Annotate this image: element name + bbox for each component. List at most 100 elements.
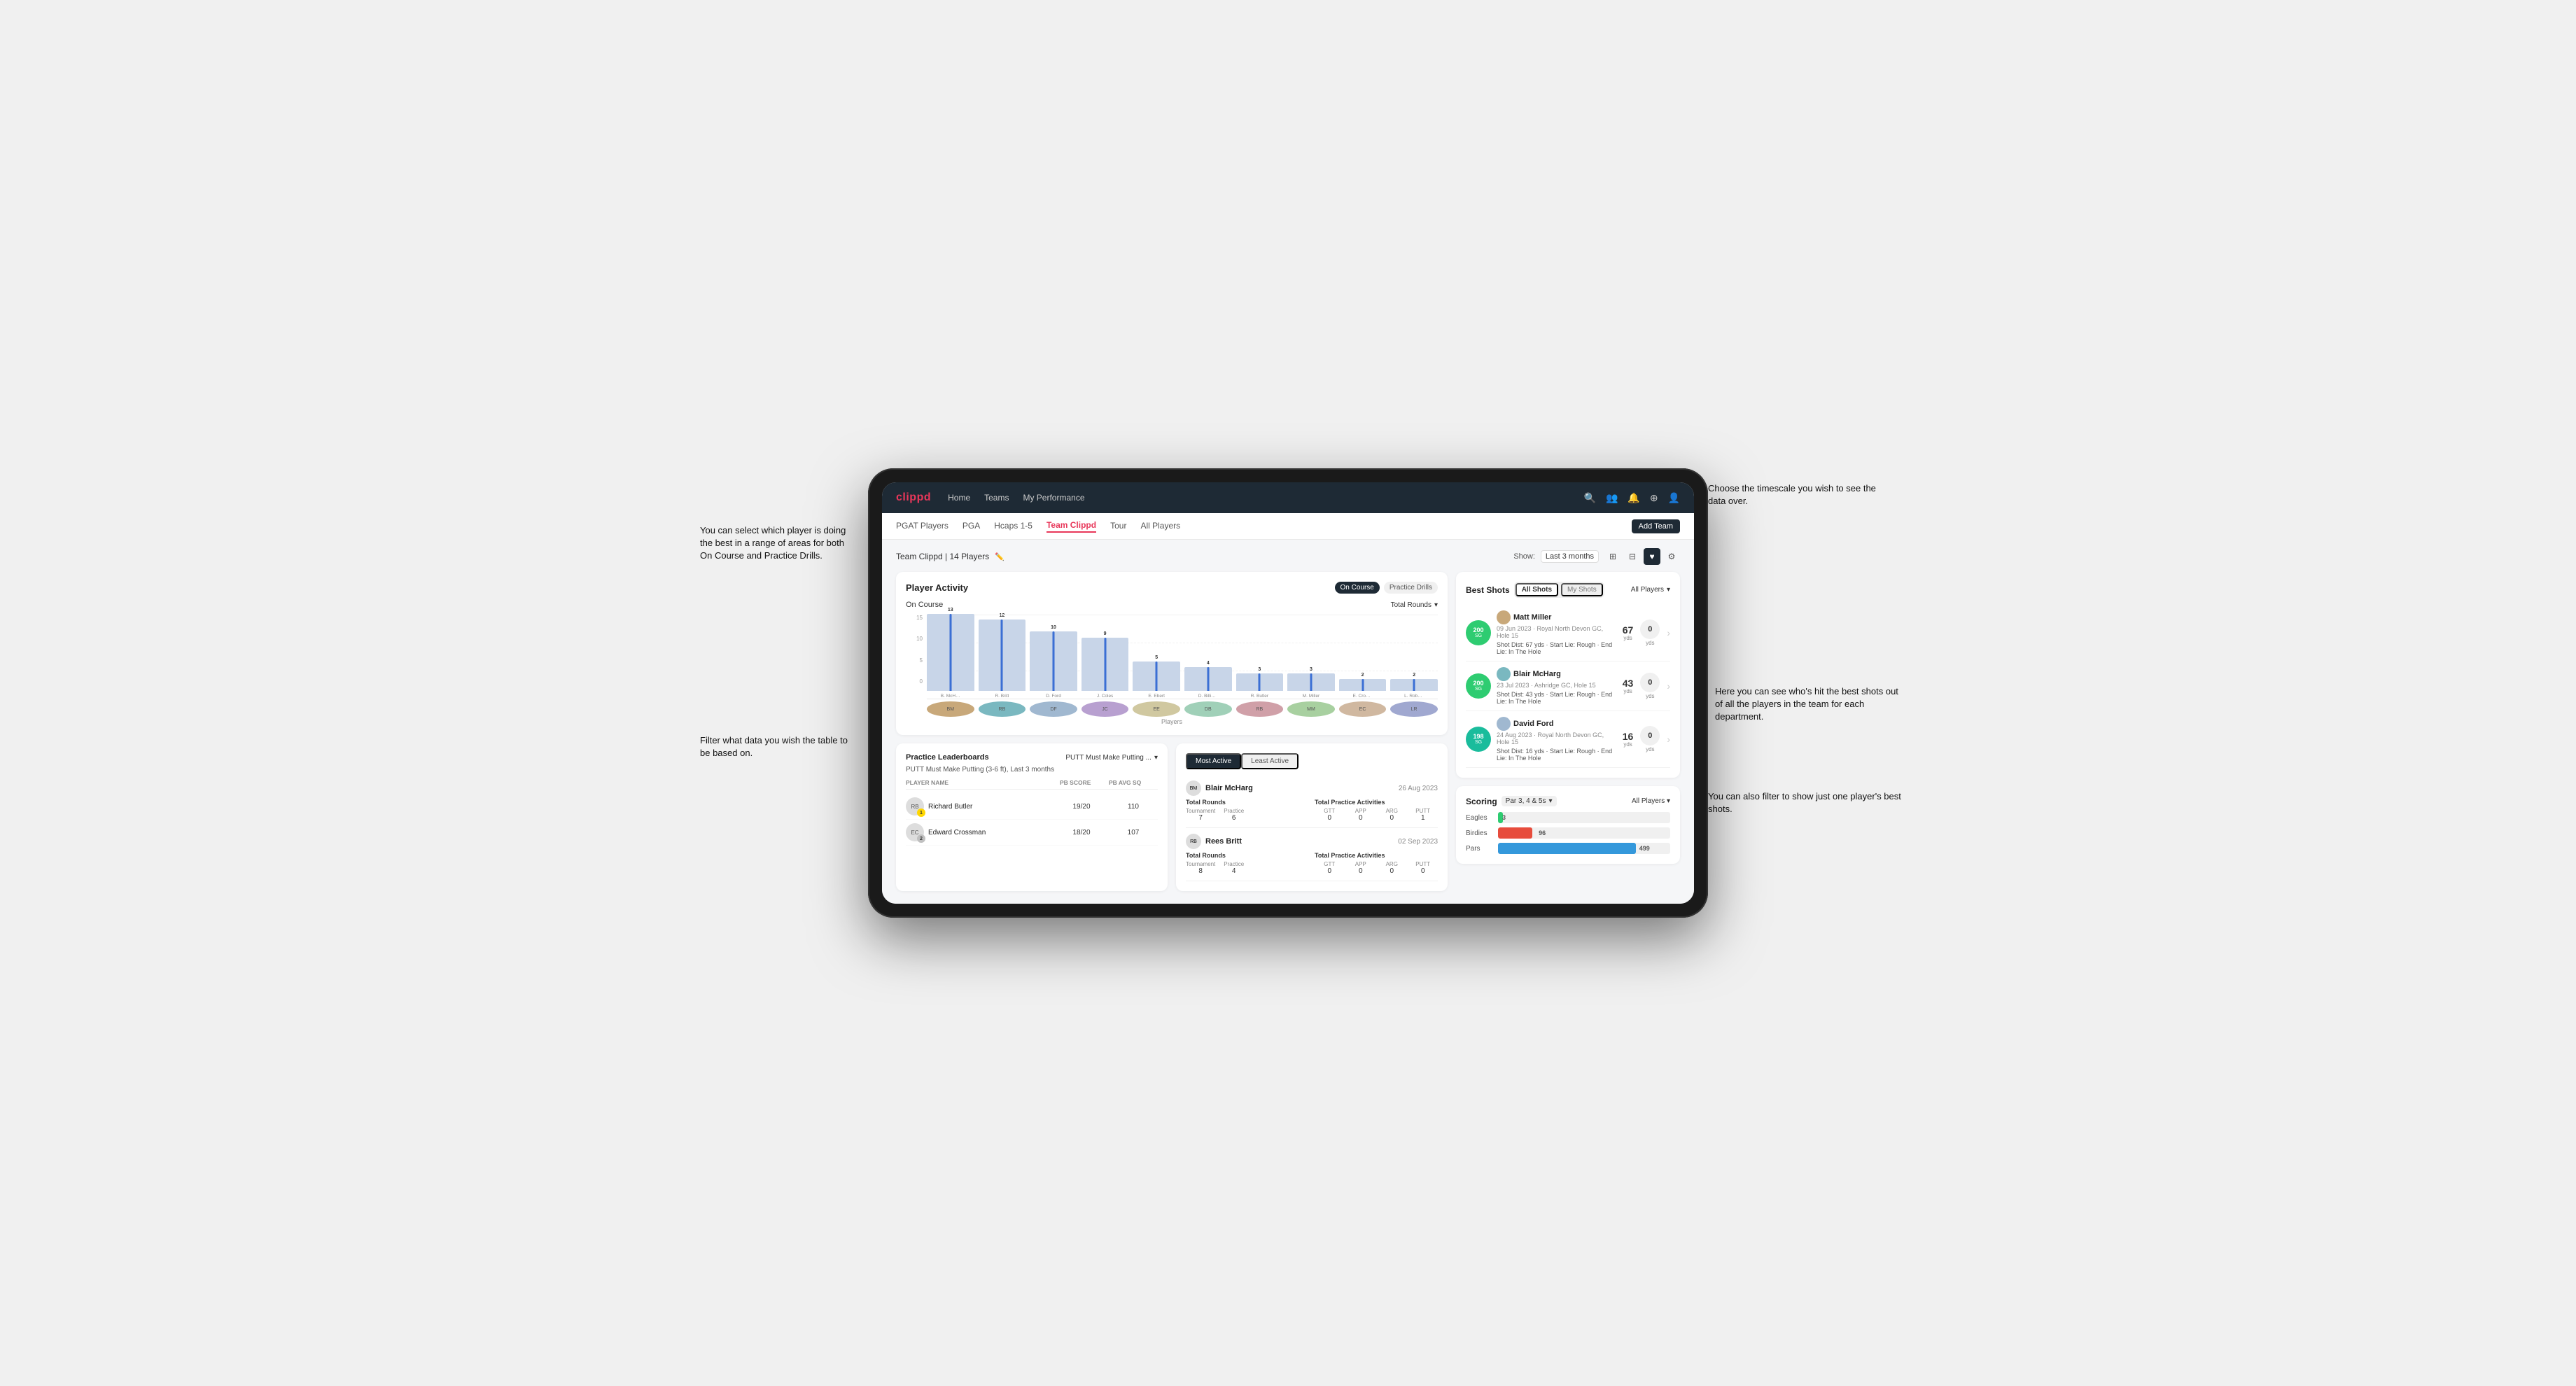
bottom-row: Practice Leaderboards PUTT Must Make Put… [896,743,1448,891]
bar-2 [1030,631,1077,691]
bar-8 [1339,679,1387,691]
bar-group-4[interactable]: 5E. Ebert [1133,655,1180,699]
leaderboard-dropdown-label: PUTT Must Make Putting ... [1065,754,1152,762]
plus-circle-icon[interactable]: ⊕ [1650,492,1658,504]
view-icons: ⊞ ⊟ ♥ ⚙ [1604,548,1680,565]
player-activity-title: Player Activity [906,582,968,593]
bar-name-8: E. Crossman [1353,694,1373,699]
view-grid-solid-btn[interactable]: ⊞ [1604,548,1621,565]
bar-group-0[interactable]: 13B. McHarg [927,608,974,699]
bar-group-8[interactable]: 2E. Crossman [1339,673,1387,699]
nav-teams[interactable]: Teams [984,493,1009,503]
best-shots-title: Best Shots [1466,585,1510,595]
user-avatar-icon[interactable]: 👤 [1668,492,1680,504]
bar-group-3[interactable]: 9 J. Coles [1082,631,1129,699]
shot-result-val-3: 0 [1640,726,1660,746]
shot-row-1[interactable]: 200 SG Matt Miller 09 Jun 2023 [1466,605,1670,662]
show-label: Show: [1513,552,1535,561]
shot-player-info-2: Blair McHarg 23 Jul 2023 · Ashridge GC, … [1497,667,1617,705]
shot-row-2[interactable]: 200 SG Blair McHarg 23 Jul 202 [1466,662,1670,711]
top-nav: clippd Home Teams My Performance 🔍 👥 🔔 ⊕… [882,482,1694,513]
view-grid-btn[interactable]: ⊟ [1624,548,1641,565]
best-shots-players-filter[interactable]: All Players ▾ [1631,586,1670,594]
scoring-filter-btn[interactable]: Par 3, 4 & 5s ▾ [1502,796,1557,806]
bar-9 [1390,679,1438,691]
bar-group-5[interactable]: 4D. Billingham [1184,661,1232,699]
most-active-tab[interactable]: Most Active [1186,753,1241,769]
view-heart-btn[interactable]: ♥ [1644,548,1660,565]
app-val-2: 0 [1346,867,1376,875]
lb-avg-1: 110 [1109,803,1158,811]
lb-row-1[interactable]: RB 1 Richard Butler 19/20 110 [906,794,1158,820]
mini-avatar-3: JC [1082,701,1129,717]
tab-hcaps[interactable]: Hcaps 1-5 [994,521,1032,532]
tournament-label-2: Tournament [1186,861,1215,867]
lb-score-2: 18/20 [1057,829,1106,836]
putt-label-2: PUTT [1408,861,1438,867]
annotation-middle-right: Here you can see who's hit the best shot… [1715,685,1904,724]
bar-group-2[interactable]: 10D. Ford [1030,625,1077,699]
best-shots-players-chevron: ▾ [1667,586,1670,594]
bar-1 [979,620,1026,691]
practice-label: Practice [1224,808,1244,814]
act-stats-1: Total Rounds Tournament 7 [1186,799,1438,822]
chart-header: On Course Total Rounds ▾ [906,601,1438,609]
add-team-button[interactable]: Add Team [1632,519,1680,533]
putt-val-1: 1 [1408,814,1438,822]
shot-badge-2: 200 SG [1466,673,1491,699]
practice-drills-tab[interactable]: Practice Drills [1384,582,1438,594]
shot-result-unit-3: yds [1646,746,1654,752]
shot-row-3[interactable]: 198 SG David Ford 24 Aug 2023 [1466,711,1670,768]
leaderboard-dropdown[interactable]: PUTT Must Make Putting ... ▾ [1065,754,1158,762]
tab-team-clippd[interactable]: Team Clippd [1046,520,1096,533]
nav-my-performance[interactable]: My Performance [1023,493,1084,503]
practice-leaderboards-card: Practice Leaderboards PUTT Must Make Put… [896,743,1168,891]
lb-table-header: PLAYER NAME PB SCORE PB AVG SQ [906,779,1158,790]
shot-dist-unit-2: yds [1623,688,1632,694]
all-shots-btn[interactable]: All Shots [1516,583,1558,596]
nav-icons: 🔍 👥 🔔 ⊕ 👤 [1584,492,1680,504]
bar-label-top-3: 9 [1104,631,1107,636]
edit-icon[interactable]: ✏️ [995,552,1004,561]
gtt-val-2: 0 [1315,867,1345,875]
shot-badge-1: 200 SG [1466,620,1491,645]
least-active-tab[interactable]: Least Active [1241,753,1298,769]
nav-home[interactable]: Home [948,493,970,503]
act-rounds-1: Total Rounds Tournament 7 [1186,799,1309,822]
chart-filter-chevron: ▾ [1434,601,1438,609]
shot-result-2: 0 yds [1639,673,1661,699]
tab-all-players[interactable]: All Players [1140,521,1180,532]
bar-name-3: J. Coles [1097,694,1113,699]
tab-pga[interactable]: PGA [962,521,980,532]
shot-player-info-1: Matt Miller 09 Jun 2023 · Royal North De… [1497,610,1617,655]
arg-val-2: 0 [1377,867,1407,875]
y-axis: 15 10 5 0 [906,615,925,685]
bar-label-top-0: 13 [948,608,953,612]
my-shots-btn[interactable]: My Shots [1561,583,1603,596]
scoring-players-filter[interactable]: All Players ▾ [1632,797,1670,805]
bell-icon[interactable]: 🔔 [1628,492,1639,504]
act-avatar-2: RB [1186,834,1201,849]
annotation-bottom-right: You can also filter to show just one pla… [1708,790,1911,816]
birdies-value: 96 [1539,830,1546,836]
act-date-2: 02 Sep 2023 [1398,838,1438,846]
chart-filter-dropdown[interactable]: Total Rounds ▾ [1391,601,1438,609]
view-settings-btn[interactable]: ⚙ [1663,548,1680,565]
shot-chevron-2: › [1667,680,1670,692]
lb-row-2[interactable]: EC 2 Edward Crossman 18/20 107 [906,820,1158,846]
tab-pgat-players[interactable]: PGAT Players [896,521,948,532]
bar-group-1[interactable]: 12R. Britt [979,613,1026,699]
main-columns: Player Activity On Course Practice Drill… [896,572,1680,891]
show-dropdown[interactable]: Last 3 months [1541,550,1599,563]
shot-result-3: 0 yds [1639,726,1661,752]
on-course-tab[interactable]: On Course [1335,582,1380,594]
bar-group-9[interactable]: 2L. Robertson [1390,673,1438,699]
bar-group-7[interactable]: 3M. Miller [1287,667,1335,699]
bar-7 [1287,673,1335,691]
leaderboard-title: Practice Leaderboards [906,753,989,762]
bar-chart-container: 15 10 5 0 [906,615,1438,699]
tab-tour[interactable]: Tour [1110,521,1126,532]
search-icon[interactable]: 🔍 [1584,492,1596,504]
people-icon[interactable]: 👥 [1606,492,1618,504]
bar-group-6[interactable]: 3R. Butler [1236,667,1284,699]
